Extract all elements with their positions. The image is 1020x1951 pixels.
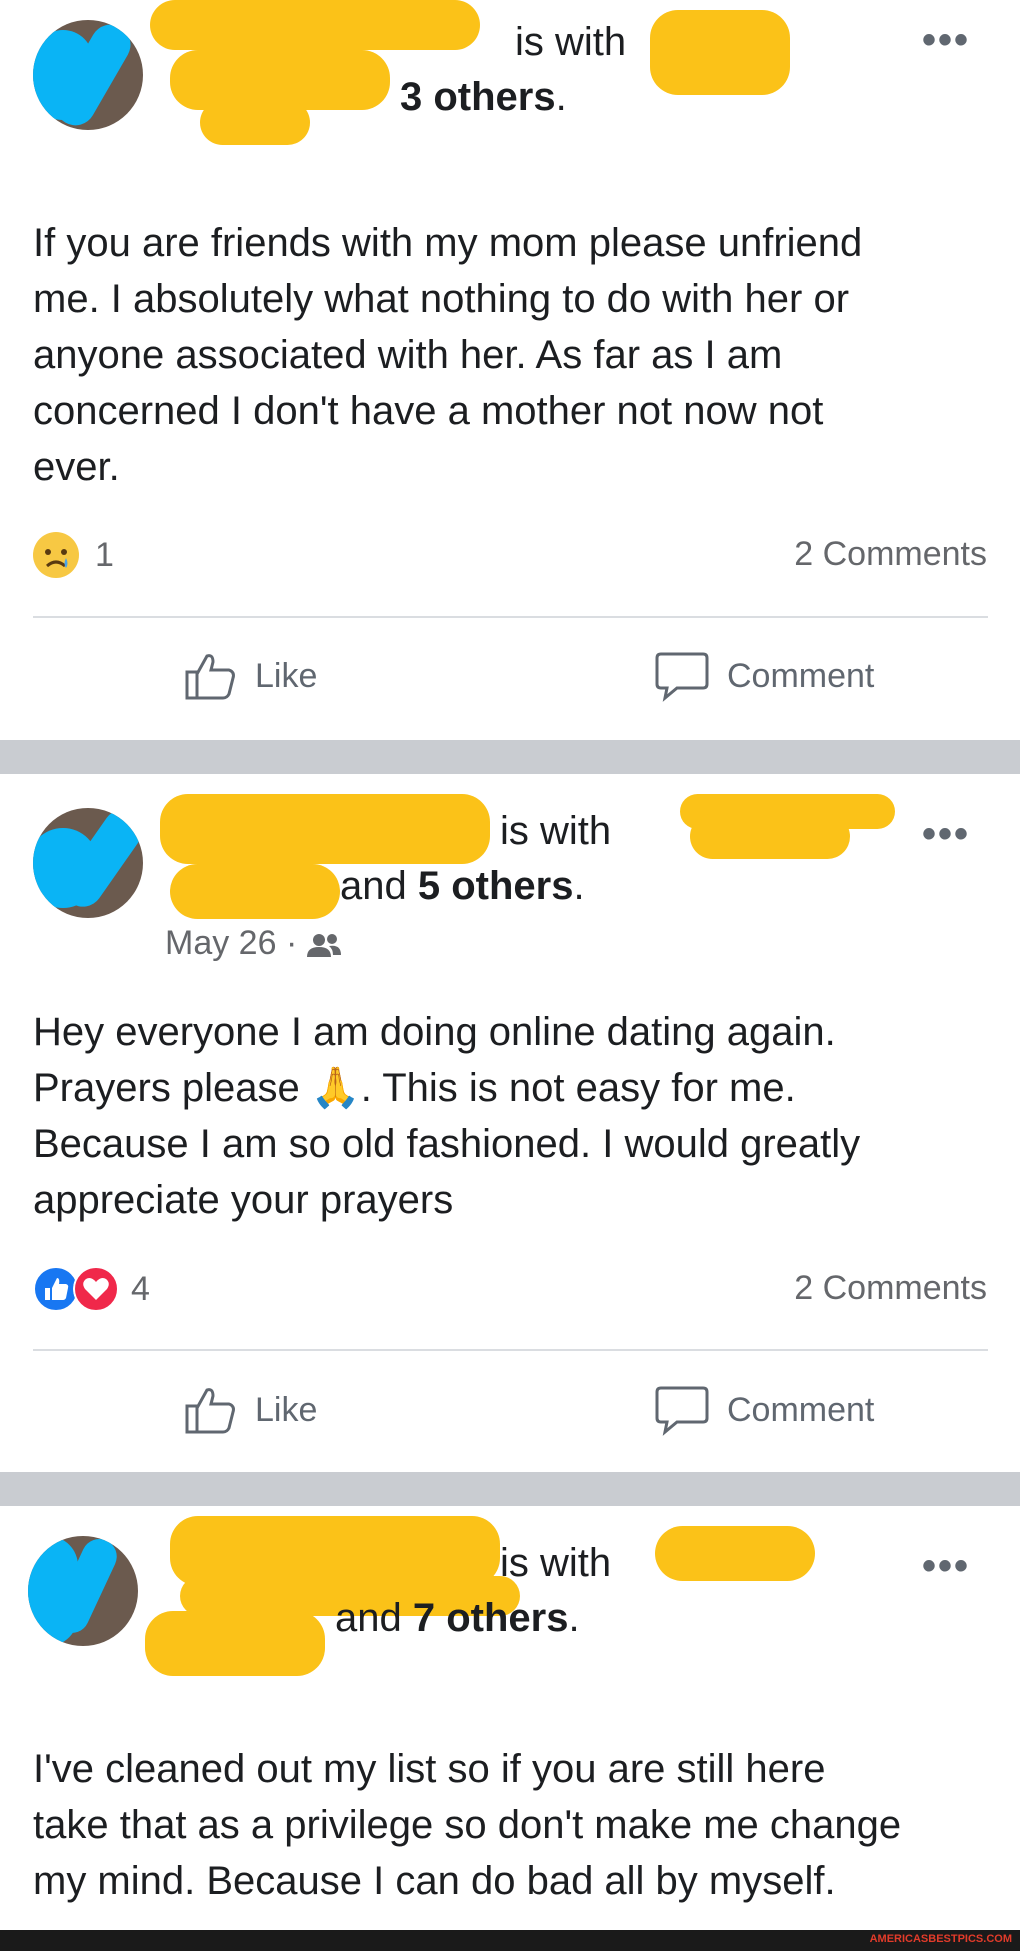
comments-count[interactable]: 2 Comments: [794, 1269, 987, 1308]
more-options-icon[interactable]: •••: [922, 20, 970, 60]
avatar[interactable]: [33, 808, 143, 918]
watermark-bar: AMERICASBESTPICS.COM: [0, 1930, 1020, 1951]
like-button[interactable]: Like: [185, 1384, 317, 1436]
reaction-summary[interactable]: 4: [33, 1264, 150, 1314]
comment-label: Comment: [727, 1390, 875, 1429]
comment-icon: [655, 1386, 709, 1436]
thumbs-up-icon: [185, 1388, 235, 1434]
like-label: Like: [255, 1390, 318, 1429]
redaction-scribble: [650, 10, 790, 95]
sad-reaction-icon: [33, 532, 79, 578]
post-body: I've cleaned out my list so if you are s…: [33, 1747, 902, 1903]
redaction-scribble: [145, 1611, 325, 1676]
comment-button[interactable]: Comment: [655, 1384, 874, 1436]
post-1: is with 3 others. ••• If you are friends…: [0, 0, 1020, 740]
reaction-count: 1: [95, 535, 114, 574]
reaction-summary[interactable]: 1: [33, 530, 114, 580]
comment-icon: [655, 652, 709, 702]
and-text: and: [335, 1596, 402, 1640]
feed-separator: [0, 740, 1020, 774]
post-body: Hey everyone I am doing online dating ag…: [33, 1010, 861, 1222]
others-link[interactable]: 7 others: [413, 1596, 569, 1640]
post-header-line: is with: [515, 20, 626, 65]
post-body: If you are friends with my mom please un…: [33, 221, 863, 489]
redaction-scribble: [150, 0, 480, 50]
with-text: is with: [515, 20, 627, 64]
friends-audience-icon: [306, 934, 341, 958]
divider: [33, 1349, 988, 1351]
feed-separator: [0, 1472, 1020, 1506]
like-button[interactable]: Like: [185, 650, 317, 702]
divider: [33, 616, 988, 618]
meta-separator: ·: [285, 924, 298, 962]
post-header-line: is with: [500, 1541, 611, 1586]
post-meta: May 26 ·: [165, 924, 341, 963]
post-header-line: 3 others.: [400, 75, 567, 119]
love-reaction-icon: [73, 1266, 119, 1312]
post-3: is with and 7 others. ••• I've cleaned o…: [0, 1506, 1020, 1930]
avatar[interactable]: [28, 1536, 138, 1646]
avatar[interactable]: [33, 20, 143, 130]
thumbs-up-icon: [185, 654, 235, 700]
comment-label: Comment: [727, 656, 875, 695]
reaction-count: 4: [131, 1269, 150, 1308]
others-link[interactable]: 3 others: [400, 75, 556, 119]
redaction-scribble: [655, 1526, 815, 1581]
post-date[interactable]: May 26: [165, 924, 277, 962]
post-header-line: is with: [500, 809, 611, 854]
redaction-scribble: [170, 864, 340, 919]
with-text: is with: [500, 809, 612, 853]
comments-count[interactable]: 2 Comments: [794, 535, 987, 574]
with-text: is with: [500, 1541, 612, 1585]
comment-button[interactable]: Comment: [655, 650, 874, 702]
redaction-scribble: [690, 814, 850, 859]
redaction-scribble: [160, 794, 490, 864]
post-2: is with and 5 others. May 26 · ••• Hey e…: [0, 774, 1020, 1472]
others-link[interactable]: 5 others: [418, 864, 574, 908]
more-options-icon[interactable]: •••: [922, 1546, 970, 1586]
like-label: Like: [255, 656, 318, 695]
and-text: and: [340, 864, 407, 908]
post-header-line: and 5 others.: [340, 864, 585, 908]
redaction-scribble: [200, 100, 310, 145]
more-options-icon[interactable]: •••: [922, 814, 970, 854]
post-header-line: and 7 others.: [335, 1596, 580, 1640]
watermark-text: AMERICASBESTPICS.COM: [869, 1933, 1012, 1945]
